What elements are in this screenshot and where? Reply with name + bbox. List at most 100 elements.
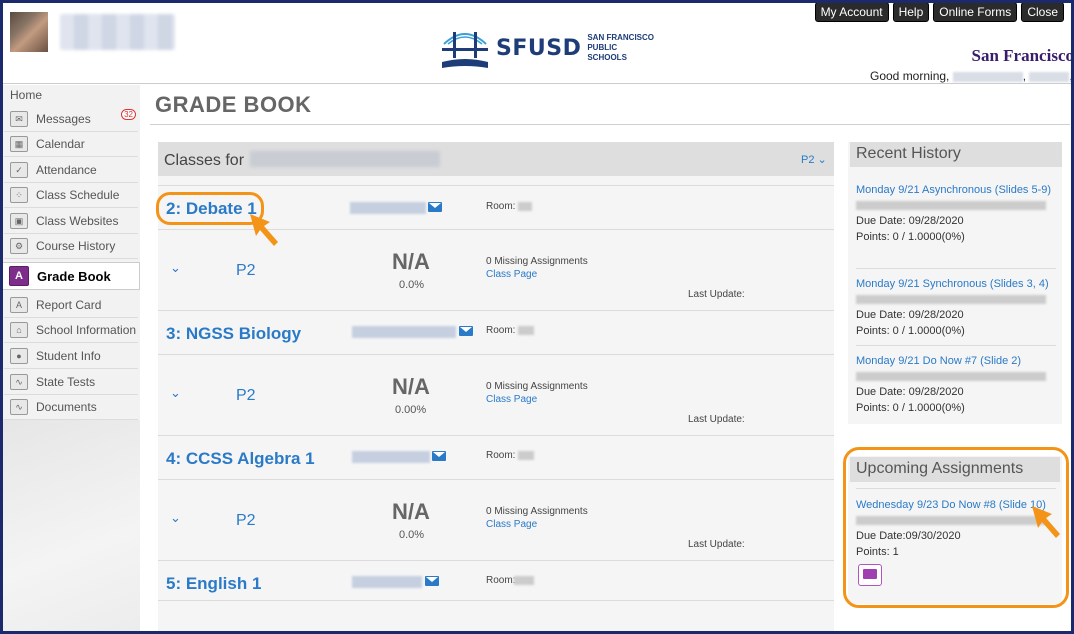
sidebar-item-calendar[interactable]: ▦ Calendar	[4, 132, 138, 157]
school-icon: ⌂	[10, 322, 28, 338]
points: Points: 0 / 1.0000(0%)	[856, 402, 965, 414]
class-name-link[interactable]: 2: Debate 1	[166, 199, 257, 219]
grade-value: N/A	[392, 249, 430, 274]
due-date: Due Date:09/30/2020	[856, 530, 961, 542]
class-name-redacted	[856, 295, 1046, 304]
sidebar-item-student-info[interactable]: ● Student Info	[4, 344, 138, 369]
sidebar-item-label: Class Schedule	[36, 188, 120, 202]
period-label: P2	[236, 262, 256, 279]
sidebar-item-label: Documents	[36, 400, 97, 414]
top-button-bar: My Account Help Online Forms Close	[814, 2, 1064, 22]
checkmark-icon: ✓	[10, 162, 28, 178]
teacher-name-redacted	[350, 202, 426, 214]
sidebar-decoration	[0, 420, 140, 634]
district-logo: SFUSD SAN FRANCISCO PUBLIC SCHOOLS	[440, 22, 657, 74]
due-date: Due Date: 09/28/2020	[856, 215, 964, 227]
header: SFUSD SAN FRANCISCO PUBLIC SCHOOLS My Ac…	[0, 0, 1074, 84]
teacher-name-redacted	[352, 451, 430, 463]
history-item: Monday 9/21 Do Now #7 (Slide 2) Due Date…	[856, 353, 1056, 416]
expand-chevron-icon[interactable]: ⌄	[170, 260, 181, 276]
sidebar-item-label: State Tests	[36, 375, 96, 389]
grade-percent: 0.0%	[399, 529, 425, 541]
email-teacher-icon[interactable]	[425, 576, 439, 586]
class-name-link[interactable]: 5: English 1	[166, 574, 261, 594]
sidebar-item-class-schedule[interactable]: ⁘ Class Schedule	[4, 183, 138, 208]
sidebar-item-home[interactable]: Home	[10, 88, 42, 102]
period-label: P2	[236, 387, 256, 404]
page-title: GRADE BOOK	[155, 92, 312, 117]
sidebar-item-state-tests[interactable]: ∿ State Tests	[4, 370, 138, 395]
sidebar-item-label: Course History	[36, 239, 116, 253]
grade-value: N/A	[392, 499, 430, 524]
close-button[interactable]: Close	[1021, 2, 1064, 22]
divider	[856, 488, 1056, 489]
calendar-icon: ▦	[10, 136, 28, 152]
sidebar-item-messages[interactable]: ✉ Messages 32	[4, 107, 138, 132]
missing-assignments: 0 Missing Assignments	[486, 506, 588, 517]
class-name-redacted	[856, 516, 1046, 525]
divider	[856, 268, 1056, 269]
chevron-down-icon: ⌄	[817, 154, 827, 166]
greeting-name-redacted-2	[1029, 71, 1070, 82]
expand-chevron-icon[interactable]: ⌄	[170, 385, 181, 401]
history-item: Monday 9/21 Asynchronous (Slides 5-9) Du…	[856, 182, 1056, 245]
messages-badge: 32	[121, 109, 136, 120]
sidebar-item-label: Report Card	[36, 298, 102, 312]
last-update-label: Last Update:	[688, 289, 745, 300]
title-divider	[150, 124, 1070, 125]
history-icon: ⚙	[10, 238, 28, 254]
period-filter-value: P2	[801, 154, 815, 166]
student-name-redacted	[60, 14, 175, 50]
online-forms-button[interactable]: Online Forms	[933, 2, 1018, 22]
missing-assignments: 0 Missing Assignments	[486, 256, 588, 267]
email-teacher-icon[interactable]	[459, 326, 473, 336]
sidebar-item-class-websites[interactable]: ▣ Class Websites	[4, 209, 138, 234]
email-teacher-icon[interactable]	[428, 202, 442, 212]
missing-assignments: 0 Missing Assignments	[486, 381, 588, 392]
my-account-button[interactable]: My Account	[814, 2, 889, 22]
due-date: Due Date: 09/28/2020	[856, 386, 964, 398]
online-assignment-icon[interactable]	[858, 564, 882, 586]
class-name-redacted	[856, 201, 1046, 210]
last-update-label: Last Update:	[688, 539, 745, 550]
room-number-redacted	[518, 451, 534, 460]
period-filter-dropdown[interactable]: P2 ⌄	[801, 153, 827, 166]
sidebar-item-documents[interactable]: ∿ Documents	[4, 395, 138, 420]
sidebar-item-course-history[interactable]: ⚙ Course History	[4, 234, 138, 259]
class-name-link[interactable]: 3: NGSS Biology	[166, 324, 301, 344]
sidebar-item-report-card[interactable]: A Report Card	[4, 293, 138, 318]
recent-history-title: Recent History	[850, 142, 1062, 167]
logo-text: SFUSD	[496, 35, 582, 61]
history-item-link[interactable]: Monday 9/21 Synchronous (Slides 3, 4)	[856, 276, 1056, 292]
divider	[856, 345, 1056, 346]
class-name-redacted	[856, 372, 1046, 381]
sidebar-item-label: Student Info	[36, 349, 101, 363]
room-number-redacted	[518, 326, 534, 335]
class-detail-row	[158, 600, 834, 634]
history-item-link[interactable]: Monday 9/21 Do Now #7 (Slide 2)	[856, 353, 1056, 369]
class-page-link[interactable]: Class Page	[486, 394, 537, 405]
expand-chevron-icon[interactable]: ⌄	[170, 510, 181, 526]
class-name-link[interactable]: 4: CCSS Algebra 1	[166, 449, 315, 469]
sidebar-item-school-information[interactable]: ⌂ School Information	[4, 318, 138, 343]
sidebar-item-label: Class Websites	[36, 214, 119, 228]
class-page-link[interactable]: Class Page	[486, 269, 537, 280]
student-name-redacted	[250, 151, 440, 167]
grade-percent: 0.00%	[395, 404, 427, 416]
room-label: Room:	[486, 575, 516, 586]
gradebook-icon: A	[9, 266, 29, 286]
email-teacher-icon[interactable]	[432, 451, 446, 461]
upcoming-item-link[interactable]: Wednesday 9/23 Do Now #8 (Slide 10)	[856, 497, 1056, 513]
sidebar-item-grade-book[interactable]: A Grade Book	[2, 262, 140, 290]
grade-value: N/A	[392, 374, 430, 399]
chart-icon: ∿	[10, 374, 28, 390]
class-page-link[interactable]: Class Page	[486, 519, 537, 530]
history-item-link[interactable]: Monday 9/21 Asynchronous (Slides 5-9)	[856, 182, 1056, 198]
classes-title: Classes for	[164, 152, 245, 169]
help-button[interactable]: Help	[892, 2, 930, 22]
student-icon: ●	[10, 348, 28, 364]
room-number-redacted	[518, 202, 532, 211]
avatar	[10, 12, 48, 52]
sidebar-item-attendance[interactable]: ✓ Attendance	[4, 158, 138, 183]
sidebar-item-label: Attendance	[36, 163, 97, 177]
